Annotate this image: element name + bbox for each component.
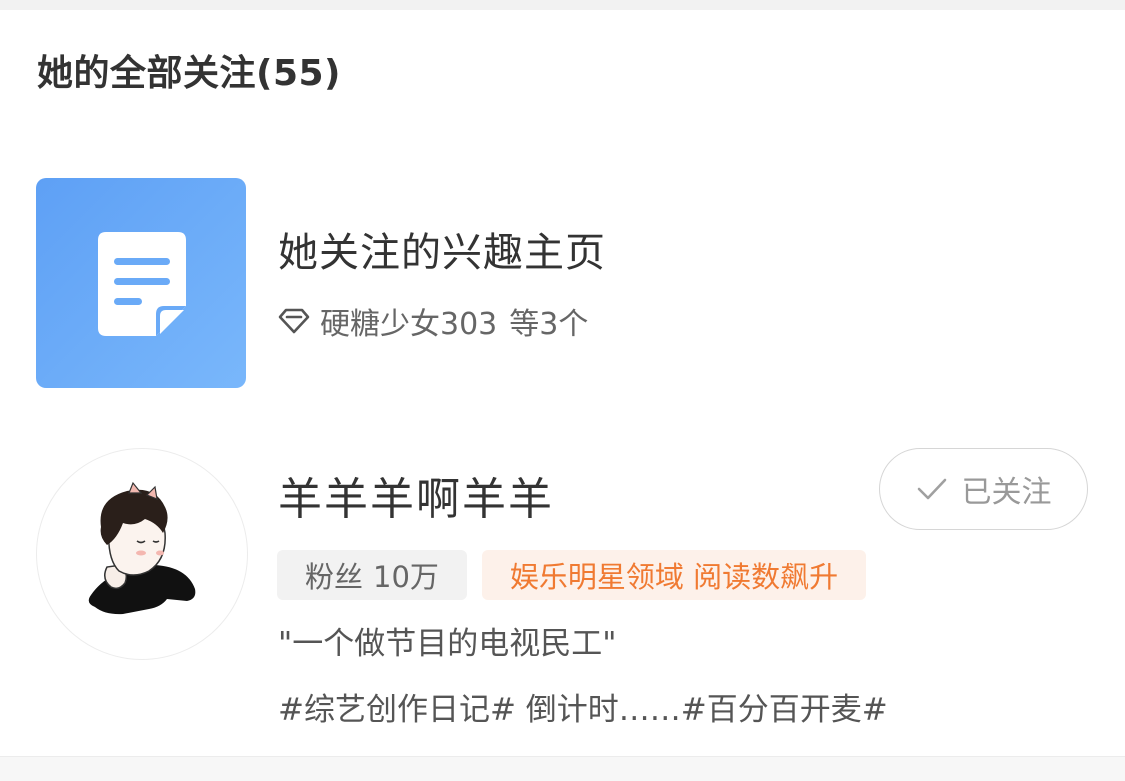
checkmark-icon	[916, 477, 948, 501]
interest-page-name: 硬糖少女303	[320, 307, 498, 342]
bottom-divider	[0, 756, 1125, 781]
avatar[interactable]	[36, 448, 248, 660]
following-button[interactable]: 已关注	[879, 448, 1088, 530]
fans-count-badge: 粉丝 10万	[277, 550, 467, 600]
interest-pages-item[interactable]: 她关注的兴趣主页 硬糖少女303 等3个	[0, 178, 1125, 388]
interest-pages-thumbnail	[36, 178, 246, 388]
followed-user-item[interactable]: 羊羊羊啊羊羊 已关注 粉丝 10万 娱乐明星领域 阅读数飙升 "一个做节目的电视…	[0, 448, 1125, 748]
user-bio: "一个做节目的电视民工"	[278, 626, 617, 662]
recent-post-preview[interactable]: #综艺创作日记# 倒计时……#百分百开麦#	[278, 688, 888, 732]
top-divider	[0, 0, 1125, 10]
fans-value: 10万	[373, 560, 439, 594]
page-title: 她的全部关注(55)	[37, 53, 342, 94]
avatar-illustration	[88, 481, 196, 615]
fans-label: 粉丝	[305, 560, 364, 594]
document-icon	[98, 232, 186, 336]
following-button-label: 已关注	[961, 475, 1052, 510]
diamond-icon	[278, 308, 310, 334]
domain-badge: 娱乐明星领域 阅读数飙升	[481, 550, 867, 600]
user-name[interactable]: 羊羊羊啊羊羊	[278, 472, 554, 528]
user-tags: 粉丝 10万 娱乐明星领域 阅读数飙升	[277, 550, 867, 600]
interest-pages-summary: 硬糖少女303 等3个	[278, 300, 588, 342]
interest-pages-title: 她关注的兴趣主页	[278, 230, 606, 276]
interest-page-count: 等3个	[509, 307, 589, 342]
